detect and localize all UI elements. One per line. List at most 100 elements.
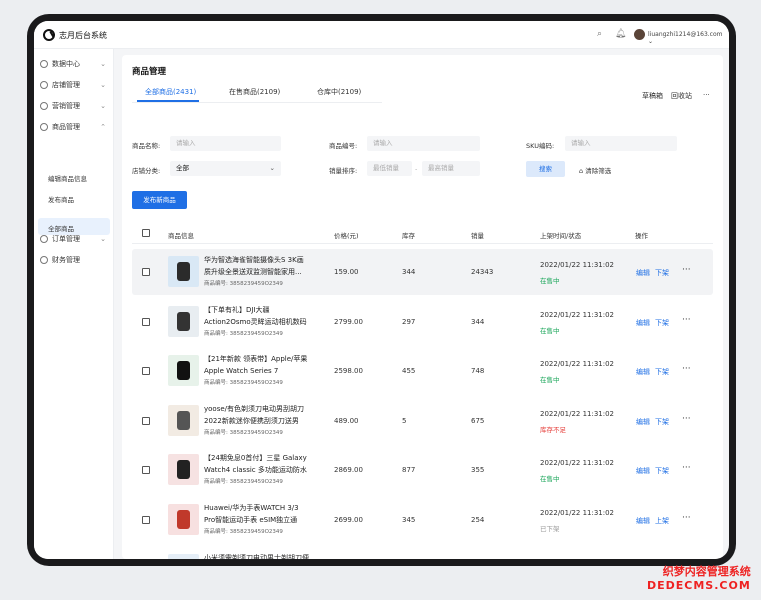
product-name[interactable]: yoose/有色剃须刀电动男刮胡刀2022新款迷你便携刮须刀送男	[204, 403, 310, 427]
product-name-input[interactable]: 请输入	[170, 136, 281, 151]
sidebar-sub-publish-product[interactable]: 发布商品	[48, 194, 74, 204]
sidebar-item-store[interactable]: 店铺管理 ⌄	[40, 76, 108, 93]
edit-link[interactable]: 编辑	[636, 268, 650, 278]
product-name[interactable]: 【24期免息0首付】三星 Galaxy Watch4 classic 多功能运动…	[204, 452, 310, 476]
edit-link[interactable]: 编辑	[636, 318, 650, 328]
more-menu-icon[interactable]: ···	[703, 91, 710, 99]
more-options-icon[interactable]: ···	[682, 265, 691, 275]
toggle-listing-link[interactable]: 下架	[655, 417, 669, 427]
top-icons: ⌕ 🔔︎	[597, 29, 636, 39]
more-options-icon[interactable]: ···	[682, 463, 691, 473]
table-row[interactable]: 【21年新款 领表带】Apple/苹果Apple Watch Series 7商…	[132, 348, 713, 394]
more-options-icon[interactable]: ···	[682, 513, 691, 523]
range-separator: -	[415, 165, 418, 173]
product-name[interactable]: 【下单有礼】DJI大疆Action2Osmo灵眸运动相机数码相机	[204, 304, 310, 328]
more-options-icon[interactable]: ···	[682, 414, 691, 424]
tab-warehouse[interactable]: 仓库中(2109)	[317, 87, 361, 97]
table-row[interactable]: 华为智选海雀智能摄像头S 3K画质升级全景送双监测智能家用... 商品编号: 38…	[132, 249, 713, 295]
sales-min-input[interactable]: 最低销量	[367, 161, 412, 176]
product-name[interactable]: 华为智选海雀智能摄像头S 3K画质升级全景送双监测智能家用...	[204, 254, 310, 278]
search-icon[interactable]: ⌕	[597, 29, 602, 39]
product-code-input[interactable]: 请输入	[367, 136, 480, 151]
select-all-checkbox[interactable]	[142, 229, 150, 237]
product-price: 2869.00	[334, 466, 363, 475]
table-row[interactable]: 【24期免息0首付】三星 Galaxy Watch4 classic 多功能运动…	[132, 447, 713, 493]
product-stock: 297	[402, 317, 416, 326]
tab-divider	[132, 102, 382, 103]
toggle-listing-link[interactable]: 下架	[655, 367, 669, 377]
sidebar-item-marketing[interactable]: 营销管理 ⌄	[40, 97, 108, 114]
row-checkbox[interactable]	[142, 516, 150, 524]
table-row[interactable]: 小米须需剃须刀电动男士剃胡刀便车载携智能须刀2022新款...商品编号: 385…	[132, 547, 713, 559]
product-thumbnail[interactable]	[168, 504, 199, 535]
tab-on-sale[interactable]: 在售商品(2109)	[229, 87, 280, 97]
table-row[interactable]: yoose/有色剃须刀电动男刮胡刀2022新款迷你便携刮须刀送男 商品编号: 38…	[132, 398, 713, 444]
product-listing-time: 2022/01/22 11:31:02	[540, 409, 615, 418]
chevron-down-icon: ⌄	[100, 80, 106, 89]
row-checkbox[interactable]	[142, 466, 150, 475]
product-name[interactable]: 小米须需剃须刀电动男士剃胡刀便车载携智能须刀2022新款...	[204, 552, 310, 559]
more-options-icon[interactable]: ···	[682, 315, 691, 325]
product-code-prefix: 商品编号:	[204, 281, 230, 287]
sidebar-item-orders[interactable]: 订单管理 ⌄	[40, 230, 108, 247]
sidebar-item-label: 商品管理	[52, 122, 80, 131]
user-email: liuangzhi1214@163.com	[648, 31, 723, 38]
header-time-status: 上架时间/状态	[540, 232, 582, 240]
product-listing-time: 2022/01/22 11:31:02	[540, 459, 615, 468]
product-code-prefix: 商品编号:	[204, 479, 230, 486]
row-checkbox[interactable]	[142, 268, 150, 276]
chevron-down-icon: ⌄	[648, 38, 654, 45]
tab-all-products[interactable]: 全部商品(2431)	[145, 87, 196, 97]
product-code-value: 3858239459O2349	[229, 529, 283, 535]
product-stock: 5	[402, 416, 407, 425]
sidebar-item-finance[interactable]: 财务管理	[40, 251, 108, 268]
user-menu[interactable]: liuangzhi1214@163.com ⌄	[648, 31, 729, 45]
bell-icon[interactable]: 🔔︎	[615, 29, 626, 39]
header-sales: 销量	[471, 232, 484, 240]
product-code-value: 3858239459O2349	[229, 281, 283, 287]
product-code-label: 商品编号:	[329, 142, 358, 150]
table-row[interactable]: 【下单有礼】DJI大疆Action2Osmo灵眸运动相机数码相机商品编号: 38…	[132, 299, 713, 345]
product-name[interactable]: 【21年新款 领表带】Apple/苹果Apple Watch Series 7	[204, 353, 310, 377]
product-code-prefix: 商品编号:	[204, 529, 230, 535]
product-thumbnail[interactable]	[168, 454, 199, 486]
edit-link[interactable]: 编辑	[636, 417, 650, 427]
sku-code-input[interactable]: 请输入	[565, 136, 677, 151]
avatar[interactable]	[634, 29, 645, 40]
product-thumbnail[interactable]	[168, 404, 199, 436]
product-thumbnail[interactable]	[168, 355, 199, 387]
edit-link[interactable]: 编辑	[636, 367, 650, 377]
product-name[interactable]: Huawei/华为手表WATCH 3/3 Pro智能运动手表 eSIM独立通	[204, 502, 310, 526]
toggle-listing-link[interactable]: 下架	[655, 318, 669, 328]
publish-new-product-button[interactable]: 发布新商品	[132, 191, 187, 209]
store-category-select[interactable]: 全部 ⌄	[170, 161, 281, 176]
clear-filter-button[interactable]: ⌂ 清除筛选	[579, 165, 611, 175]
recycle-bin-link[interactable]: 回收站	[671, 91, 692, 101]
sidebar-item-data-center[interactable]: 数据中心 ⌄	[40, 55, 108, 72]
product-code: 商品编号: 3858239459O2349	[204, 329, 283, 337]
tab-active-indicator	[137, 100, 199, 102]
row-checkbox[interactable]	[142, 367, 150, 376]
product-thumbnail[interactable]	[168, 553, 199, 559]
toggle-listing-link[interactable]: 下架	[655, 466, 669, 476]
sidebar-item-label: 营销管理	[52, 101, 80, 110]
sidebar-item-products[interactable]: 商品管理 ⌃	[40, 118, 108, 135]
edit-link[interactable]: 编辑	[636, 466, 650, 476]
search-button[interactable]: 搜索	[526, 161, 565, 177]
draft-box-link[interactable]: 草稿箱	[642, 91, 663, 101]
more-options-icon[interactable]: ···	[682, 364, 691, 374]
status-badge: 在售中	[540, 277, 560, 285]
product-thumbnail[interactable]	[168, 256, 199, 287]
product-stock: 345	[402, 516, 416, 524]
status-badge: 已下架	[540, 525, 560, 533]
edit-link[interactable]: 编辑	[636, 516, 650, 526]
row-checkbox[interactable]	[142, 416, 150, 425]
sidebar-sub-edit-product[interactable]: 编辑商品信息	[48, 173, 87, 183]
sales-max-input[interactable]: 最高销量	[422, 161, 480, 176]
row-checkbox[interactable]	[142, 317, 150, 326]
status-badge: 在售中	[540, 475, 560, 484]
product-thumbnail[interactable]	[168, 305, 199, 337]
toggle-listing-link[interactable]: 下架	[655, 268, 669, 278]
table-row[interactable]: Huawei/华为手表WATCH 3/3 Pro智能运动手表 eSIM独立通商品…	[132, 497, 713, 543]
toggle-listing-link[interactable]: 上架	[655, 516, 669, 526]
